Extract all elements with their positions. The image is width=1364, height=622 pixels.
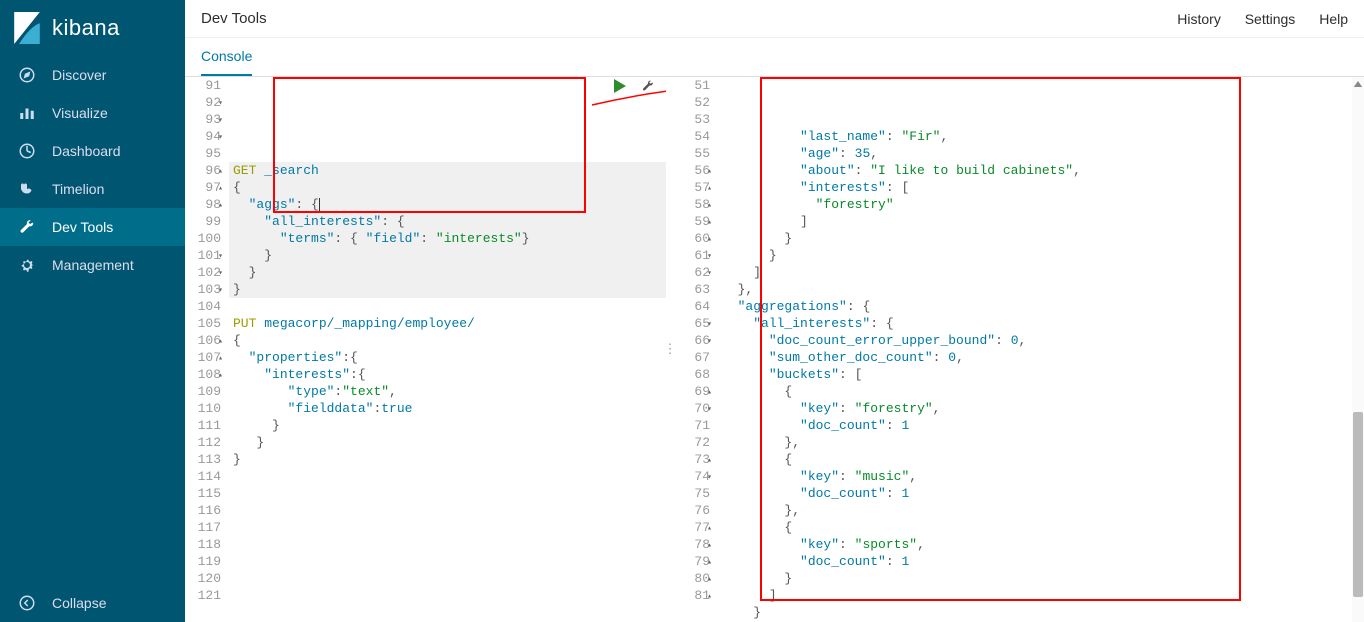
nav-label: Discover: [52, 67, 106, 83]
nav-label: Timelion: [52, 181, 104, 197]
link-settings[interactable]: Settings: [1245, 11, 1296, 27]
nav-label: Visualize: [52, 105, 108, 121]
brand-logo[interactable]: kibana: [0, 0, 185, 56]
scrollbar[interactable]: [1352, 77, 1364, 622]
tabs: Console: [185, 38, 1364, 77]
nav-management[interactable]: Management: [0, 246, 185, 284]
main: Dev Tools History Settings Help Console …: [185, 0, 1364, 622]
visualize-icon: [16, 102, 38, 124]
nav-dashboard[interactable]: Dashboard: [0, 132, 185, 170]
gutter-left: 9192▾93▾94▾9596▴97▴98▴99100101▾102▾103▾1…: [185, 77, 229, 622]
page-title: Dev Tools: [201, 10, 267, 27]
brand-name: kibana: [52, 15, 120, 41]
gear-icon: [16, 254, 38, 276]
collapse-label: Collapse: [52, 595, 106, 611]
nav-devtools[interactable]: Dev Tools: [0, 208, 185, 246]
topbar: Dev Tools History Settings Help: [185, 0, 1364, 38]
nav-label: Dashboard: [52, 143, 121, 159]
code-left[interactable]: GET _search{ "aggs": { "all_interests": …: [229, 77, 666, 622]
link-history[interactable]: History: [1177, 11, 1221, 27]
wrench-action[interactable]: [640, 79, 658, 95]
scroll-up-icon[interactable]: [1354, 81, 1362, 87]
dashboard-icon: [16, 140, 38, 162]
timelion-icon: [16, 178, 38, 200]
nav-label: Dev Tools: [52, 219, 113, 235]
nav: Discover Visualize Dashboard Timelion De…: [0, 56, 185, 584]
nav-timelion[interactable]: Timelion: [0, 170, 185, 208]
pane-divider[interactable]: ⋮: [666, 77, 674, 622]
nav-visualize[interactable]: Visualize: [0, 94, 185, 132]
code-right[interactable]: "last_name": "Fir", "age": 35, "about": …: [718, 77, 1364, 622]
nav-label: Management: [52, 257, 134, 273]
run-button[interactable]: [612, 79, 630, 95]
sidebar: kibana Discover Visualize Dashboard Time…: [0, 0, 185, 622]
collapse-icon: [16, 592, 38, 614]
discover-icon: [16, 64, 38, 86]
editor-area: 9192▾93▾94▾9596▴97▴98▴99100101▾102▾103▾1…: [185, 77, 1364, 622]
response-pane[interactable]: 515253545556▴57▴58▴59▴60▴61▾62▾636465▾66…: [674, 77, 1364, 622]
tab-console[interactable]: Console: [201, 38, 252, 76]
request-pane[interactable]: 9192▾93▾94▾9596▴97▴98▴99100101▾102▾103▾1…: [185, 77, 666, 622]
kibana-logo-icon: [14, 12, 40, 44]
link-help[interactable]: Help: [1319, 11, 1348, 27]
gutter-right: 515253545556▴57▴58▴59▴60▴61▾62▾636465▾66…: [674, 77, 718, 622]
nav-discover[interactable]: Discover: [0, 56, 185, 94]
nav-collapse[interactable]: Collapse: [0, 584, 185, 622]
scroll-thumb[interactable]: [1353, 412, 1363, 597]
wrench-icon: [16, 216, 38, 238]
